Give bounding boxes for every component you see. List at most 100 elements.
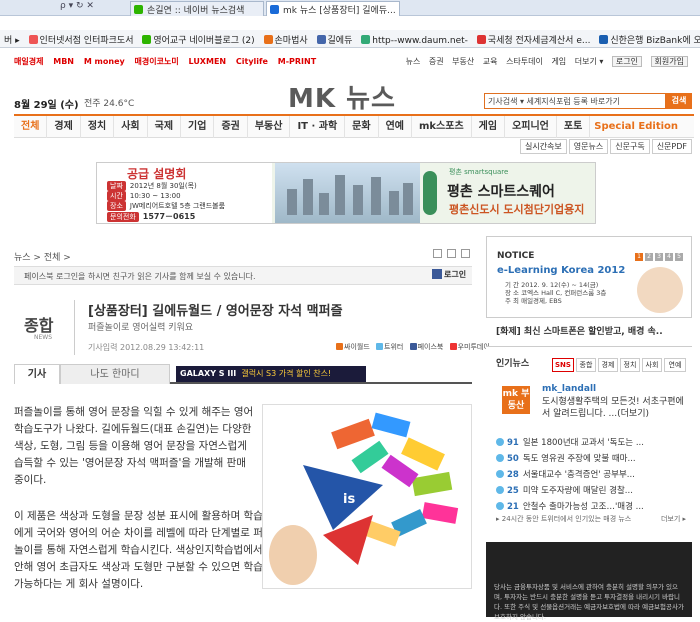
favorite-link[interactable]: http--www.daum.net- [361, 35, 468, 46]
site-logo[interactable]: MK 뉴스 [288, 78, 396, 115]
twitter-bird-icon [496, 486, 504, 494]
sidebar-promo-link[interactable]: [화제] 최신 스마트폰은 할인받고, 배경 속.. [496, 324, 663, 337]
facebook-notice: 페이스북 로그인을 하시면 친구가 읽은 기사를 함께 보실 수 있습니다. [14, 266, 472, 285]
ad-row: 날짜 2012년 8월 30일(목) [107, 181, 197, 191]
signup-button[interactable]: 회원가입 [650, 56, 688, 67]
browser-nav-icons[interactable]: ρ ▾ ↻ ✕ [60, 1, 94, 11]
tab-society[interactable]: 사회 [642, 358, 662, 372]
pub-link[interactable]: M-PRINT [278, 57, 316, 66]
subnav-item[interactable]: 실시간속보 [519, 139, 567, 154]
tab-comment[interactable]: 나도 한마디 [60, 364, 170, 384]
login-button[interactable]: 로그인 [611, 56, 642, 67]
notice-title: NOTICE [497, 251, 535, 261]
mk-realestate-logo: mk 부동산 [502, 386, 530, 414]
tab-entertainment[interactable]: 연예 [664, 358, 686, 372]
breadcrumb[interactable]: 뉴스 > 전체 > [14, 250, 71, 263]
galaxy-promo-banner[interactable]: GALAXY S III 갤럭시 S3 가격 할인 찬스! [176, 366, 366, 382]
tab-sns[interactable]: SNS [552, 358, 574, 372]
nav-item[interactable]: 게임 [472, 116, 506, 138]
favorite-link[interactable]: 버 ▸ [4, 33, 20, 46]
util-link[interactable]: 부동산 [452, 57, 474, 66]
tab-politics[interactable]: 정치 [620, 358, 640, 372]
pub-link[interactable]: 매일경제 [14, 57, 43, 66]
tab-general[interactable]: 종합 [576, 358, 596, 372]
tweet-item[interactable]: 28 서울대교수 '충격증언' 공부부... [496, 468, 692, 484]
share-twitter[interactable]: 트위터 [384, 343, 403, 351]
ad-banner[interactable]: 공급 설명회 날짜 2012년 8월 30일(목) 시간 10:30 ~ 13:00… [96, 162, 596, 224]
favorite-link[interactable]: 국세청 전자세금계산서 e... [476, 33, 590, 46]
tab-article[interactable]: 기사 [14, 364, 60, 384]
nav-item[interactable]: Special Edition [590, 116, 682, 138]
popular-news-title: 인기뉴스 [496, 359, 530, 369]
nav-item[interactable]: mk스포츠 [412, 116, 472, 138]
nav-item[interactable]: IT · 과학 [290, 116, 346, 138]
share-facebook[interactable]: 페이스북 [418, 343, 444, 351]
bookmark-icon [361, 35, 371, 44]
right-sidebar: NOTICE 12345 e-Learning Korea 2012 기 간 2… [486, 236, 692, 621]
nav-item[interactable]: 증권 [214, 116, 248, 138]
subnav-item[interactable]: 영문뉴스 [568, 139, 609, 154]
pager-dot[interactable]: 2 [645, 253, 653, 261]
subnav-item[interactable]: 신문PDF [651, 139, 692, 154]
nav-item[interactable]: 오피니언 [505, 116, 557, 138]
subnav-item[interactable]: 신문구독 [610, 139, 650, 154]
email-icon[interactable] [447, 249, 456, 258]
share-cyworld[interactable]: 싸이월드 [344, 343, 370, 351]
twitter-message[interactable]: 도시형생활주택의 모든것! 서초구편에서 알려드립니다. ...(더보기) [542, 396, 688, 420]
nav-item[interactable]: 경제 [47, 116, 81, 138]
tweet-item[interactable]: 50 독도 영유권 주장에 맞불 때마... [496, 452, 692, 468]
nav-item[interactable]: 정치 [81, 116, 115, 138]
util-link[interactable]: 증권 [429, 57, 444, 66]
pager-dot[interactable]: 5 [675, 253, 683, 261]
pub-link[interactable]: Citylife [236, 57, 268, 66]
search-button[interactable]: 검색 [666, 93, 692, 109]
facebook-icon [432, 269, 442, 279]
pager-dot[interactable]: 1 [635, 253, 643, 261]
util-link[interactable]: 게임 [551, 57, 566, 66]
facebook-login-button[interactable]: 로그인 [432, 269, 466, 280]
tab-economy[interactable]: 경제 [598, 358, 618, 372]
article-subtitle: 퍼즐놀이로 영어실력 키워요 [88, 323, 194, 333]
browser-tab-mk[interactable]: mk 뉴스 [상품장터] 길에듀... [266, 1, 400, 16]
pager-dot[interactable]: 4 [665, 253, 673, 261]
ad-brand: 평촌 smartsquare [449, 168, 509, 176]
bookmark-icon [599, 35, 609, 44]
nav-item[interactable]: 전체 [14, 116, 48, 138]
pub-link[interactable]: MBN [53, 57, 74, 66]
browser-tab-naver[interactable]: 손길연 :: 네이버 뉴스검색 [130, 1, 264, 16]
nav-item[interactable]: 문화 [345, 116, 379, 138]
ad-row: 장소 JW메리어트호텔 5층 그랜드볼룸 [107, 201, 225, 211]
ad-headline: 평촌 스마트스퀘어 [447, 184, 555, 200]
nav-item[interactable]: 포토 [557, 116, 591, 138]
favorite-link[interactable]: 영어교구 네이버블로그 (2) [142, 33, 255, 46]
twitter-account[interactable]: mk_landall [542, 384, 596, 394]
nav-item[interactable]: 국제 [148, 116, 182, 138]
favorite-link[interactable]: 인터넷서점 인터파크도서 [28, 33, 134, 46]
more-link[interactable]: 더보기 ▸ [661, 514, 686, 524]
sub-nav: 실시간속보 영문뉴스 신문구독 신문PDF [518, 139, 692, 154]
share-me2day[interactable]: 우미투데이 [458, 343, 490, 351]
search-input[interactable]: 기사검색 ▾ 세계지식포럼 등록 바로가기 [484, 93, 666, 109]
nav-item[interactable]: 부동산 [248, 116, 291, 138]
cyworld-icon [336, 343, 343, 350]
twitter-icon [376, 343, 383, 350]
util-link[interactable]: 스타투데이 [506, 57, 543, 66]
pager-dot[interactable]: 3 [655, 253, 663, 261]
util-link[interactable]: 뉴스 [406, 57, 421, 66]
pub-link[interactable]: 매경이코노미 [135, 57, 179, 66]
nav-item[interactable]: 연예 [379, 116, 412, 138]
nav-item[interactable]: 사회 [114, 116, 148, 138]
pub-link[interactable]: LUXMEN [189, 57, 227, 66]
favorite-link[interactable]: 신한은행 BizBank에 오신 ... [599, 33, 700, 46]
tweet-item[interactable]: 91 일본 1800년대 교과서 '독도는 ... [496, 436, 692, 452]
print-icon[interactable] [433, 249, 442, 258]
favorite-link[interactable]: 손마법사 [263, 33, 308, 46]
nav-item[interactable]: 기업 [181, 116, 215, 138]
notice-box[interactable]: NOTICE 12345 e-Learning Korea 2012 기 간 2… [486, 236, 692, 318]
font-size-icon[interactable] [461, 249, 470, 258]
tweet-item[interactable]: 25 미약 도주자량에 매달린 경찰... [496, 484, 692, 500]
pub-link[interactable]: M money [84, 57, 125, 66]
util-link[interactable]: 더보기 ▾ [575, 57, 604, 66]
favorite-link[interactable]: 길에듀 [316, 33, 352, 46]
util-link[interactable]: 교육 [483, 57, 498, 66]
